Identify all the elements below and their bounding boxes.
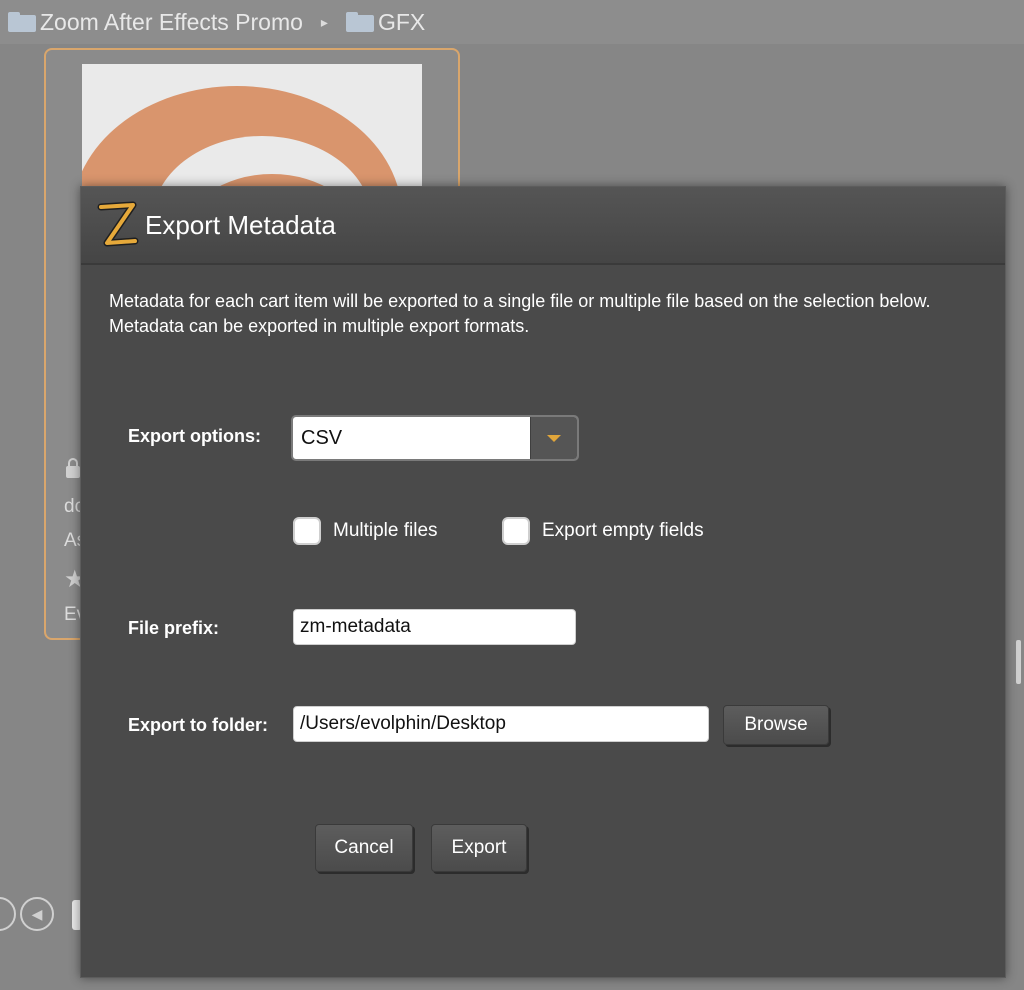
scrollbar-handle[interactable] <box>1016 640 1021 684</box>
multiple-files-option[interactable]: Multiple files <box>293 517 438 545</box>
file-prefix-input[interactable] <box>293 609 576 645</box>
export-options-select[interactable]: CSV <box>291 415 579 461</box>
export-folder-label: Export to folder: <box>128 715 268 735</box>
dialog-header: Export Metadata <box>81 187 1005 265</box>
breadcrumb-item-gfx[interactable]: GFX <box>345 8 426 36</box>
export-empty-fields-option[interactable]: Export empty fields <box>502 517 704 545</box>
folder-icon <box>8 12 36 32</box>
breadcrumb-item-project[interactable]: Zoom After Effects Promo <box>8 9 303 36</box>
export-metadata-dialog: Export Metadata Metadata for each cart i… <box>80 186 1006 978</box>
breadcrumb: Zoom After Effects Promo ▸ GFX <box>0 0 1024 44</box>
multiple-files-checkbox[interactable] <box>293 517 321 545</box>
export-options-label: Export options: <box>128 426 261 446</box>
breadcrumb-label: Zoom After Effects Promo <box>40 8 303 35</box>
file-prefix-label: File prefix: <box>128 618 220 638</box>
dialog-title: Export Metadata <box>145 209 336 240</box>
dropdown-toggle[interactable] <box>530 417 577 459</box>
chevron-down-icon <box>547 434 561 442</box>
export-options-value: CSV <box>301 426 343 449</box>
nav-prev-button[interactable]: ◀ <box>20 897 54 931</box>
export-button[interactable]: Export <box>431 824 527 872</box>
folder-icon <box>345 12 374 32</box>
multiple-files-label: Multiple files <box>333 520 438 541</box>
browse-button[interactable]: Browse <box>723 705 829 745</box>
lock-icon <box>66 458 80 478</box>
export-empty-fields-checkbox[interactable] <box>502 517 530 545</box>
dialog-description: Metadata for each cart item will be expo… <box>109 291 931 336</box>
chevron-right-icon: ▸ <box>320 13 328 30</box>
export-empty-fields-label: Export empty fields <box>542 520 704 541</box>
asset-thumbnail <box>82 64 422 204</box>
cancel-button[interactable]: Cancel <box>315 824 413 872</box>
export-folder-input[interactable] <box>293 706 709 742</box>
zoom-logo-icon <box>95 197 139 253</box>
breadcrumb-label: GFX <box>377 8 426 35</box>
